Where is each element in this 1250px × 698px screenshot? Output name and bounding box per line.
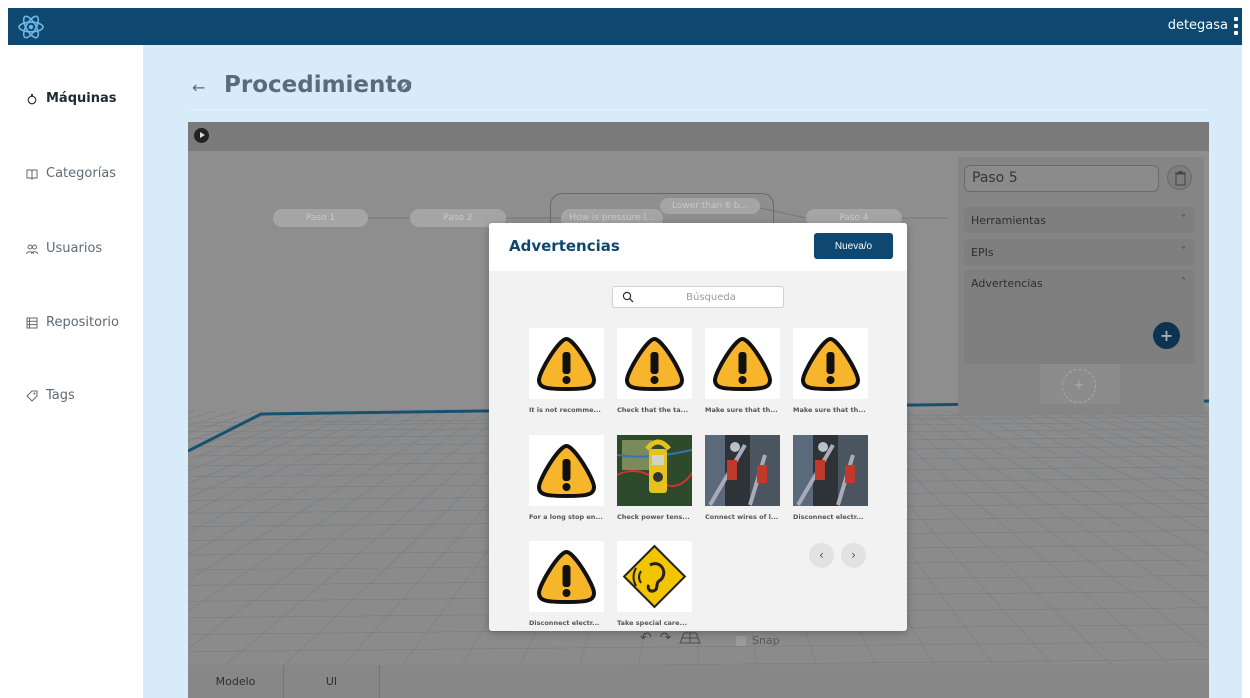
sidebar-item-repositorio[interactable]: Repositorio: [26, 315, 119, 330]
username[interactable]: detegasa: [1168, 18, 1228, 33]
tab-ui[interactable]: UI: [284, 665, 380, 698]
edit-tools: ↶ ↷: [640, 630, 702, 646]
snap-label: Snap: [752, 634, 780, 647]
search-box[interactable]: [612, 286, 784, 308]
accordion-epis[interactable]: EPIs ˅: [964, 239, 1195, 265]
new-warning-button[interactable]: Nueva/o: [814, 233, 893, 259]
warning-icon: [529, 435, 604, 506]
undo-icon[interactable]: ↶: [640, 630, 652, 646]
warning-card[interactable]: It is not recomme...: [529, 328, 604, 414]
sidebar: Máquinas Categorías Usuarios Repositorio…: [8, 45, 143, 698]
chevron-down-icon: ˅: [1181, 214, 1186, 225]
play-icon[interactable]: [194, 128, 209, 143]
warning-card[interactable]: Connect wires of l...: [705, 435, 780, 521]
warning-card-label: Disconnect electr...: [793, 513, 864, 521]
floor-plane-icon[interactable]: [679, 631, 702, 645]
warnings-dialog: Advertencias Nueva/o It is not recomme..…: [489, 223, 907, 631]
viewer-toolbar: [188, 122, 1209, 151]
warning-icon: [617, 328, 692, 399]
chevron-up-icon: ˄: [1181, 277, 1186, 288]
accordion-label: Herramientas: [971, 214, 1046, 227]
wires-photo: [793, 435, 868, 506]
warning-card[interactable]: Make sure that th...: [705, 328, 780, 414]
trash-icon[interactable]: [1167, 165, 1192, 190]
warning-card-label: Disconnect electr...: [529, 619, 600, 627]
warning-icon: [705, 328, 780, 399]
wires-photo: [705, 435, 780, 506]
dialog-title: Advertencias: [509, 237, 620, 255]
clamp-meter-photo: [617, 435, 692, 506]
drop-zone[interactable]: +: [1040, 364, 1120, 404]
warning-card-label: Make sure that th...: [705, 406, 778, 414]
sidebar-item-tags[interactable]: Tags: [26, 388, 75, 403]
warning-card-label: Check that the ta...: [617, 406, 689, 414]
warning-card[interactable]: Disconnect electr...: [529, 541, 604, 627]
search-icon: [622, 291, 634, 303]
warning-card-label: Connect wires of l...: [705, 513, 779, 521]
prev-page-button[interactable]: ‹: [809, 543, 834, 568]
warning-card[interactable]: Take special care...: [617, 541, 692, 627]
accordion-label: Advertencias: [971, 277, 1043, 290]
next-page-button[interactable]: ›: [841, 543, 866, 568]
sidebar-item-categorias[interactable]: Categorías: [26, 166, 116, 181]
sidebar-item-label: Categorías: [46, 166, 117, 181]
snap-checkbox[interactable]: [736, 635, 746, 646]
chevron-down-icon: ˅: [1181, 246, 1186, 257]
warning-icon: [793, 328, 868, 399]
page-title: Procedimiento: [224, 72, 413, 98]
warning-card-label: For a long stop en...: [529, 513, 603, 521]
step-name-field[interactable]: Paso 5: [964, 165, 1159, 192]
sidebar-item-label: Repositorio: [46, 315, 119, 330]
warning-card[interactable]: Check that the ta...: [617, 328, 692, 414]
redo-icon[interactable]: ↷: [660, 630, 672, 646]
snap-toggle[interactable]: Snap: [736, 634, 780, 647]
sidebar-item-label: Tags: [46, 388, 75, 403]
divider: [188, 109, 1208, 110]
warning-card-label: Make sure that th...: [793, 406, 866, 414]
hearing-protection-sign: [617, 541, 692, 612]
dialog-header: Advertencias Nueva/o: [489, 223, 907, 271]
tab-modelo[interactable]: Modelo: [188, 665, 284, 698]
warning-card[interactable]: Disconnect electr...: [793, 435, 868, 521]
back-button[interactable]: ←: [192, 78, 205, 97]
step-panel: Paso 5 Herramientas ˅ EPIs ˅ Advertencia…: [958, 157, 1204, 415]
sidebar-item-label: Usuarios: [46, 241, 103, 256]
search-input[interactable]: [643, 289, 779, 305]
add-placeholder-icon: +: [1062, 369, 1096, 403]
warning-card-label: Check power tens...: [617, 513, 690, 521]
warning-icon: [529, 328, 604, 399]
warning-card[interactable]: Make sure that th...: [793, 328, 868, 414]
machine-icon: [27, 93, 37, 104]
sidebar-item-usuarios[interactable]: Usuarios: [26, 241, 102, 256]
warning-icon: [529, 541, 604, 612]
top-bar: detegasa: [8, 8, 1242, 45]
book-icon: [26, 169, 38, 180]
warning-card[interactable]: For a long stop en...: [529, 435, 604, 521]
react-atom-icon[interactable]: [16, 12, 46, 42]
accordion-label: EPIs: [971, 246, 994, 259]
list-icon: [26, 317, 38, 328]
warning-card-label: Take special care...: [617, 619, 687, 627]
accordion-advertencias[interactable]: Advertencias ˄: [964, 270, 1195, 364]
accordion-herramientas[interactable]: Herramientas ˅: [964, 207, 1195, 233]
add-warning-button[interactable]: +: [1153, 322, 1180, 349]
pencil-icon[interactable]: [398, 78, 414, 94]
users-icon: [26, 244, 38, 254]
warning-card-label: It is not recomme...: [529, 406, 601, 414]
viewer-tabs: Modelo UI: [188, 665, 1209, 698]
sidebar-item-maquinas[interactable]: Máquinas: [26, 91, 117, 106]
more-menu-icon[interactable]: [1234, 17, 1238, 35]
sidebar-item-label: Máquinas: [46, 91, 117, 106]
tag-icon: [26, 390, 38, 402]
warning-card[interactable]: Check power tens...: [617, 435, 692, 521]
